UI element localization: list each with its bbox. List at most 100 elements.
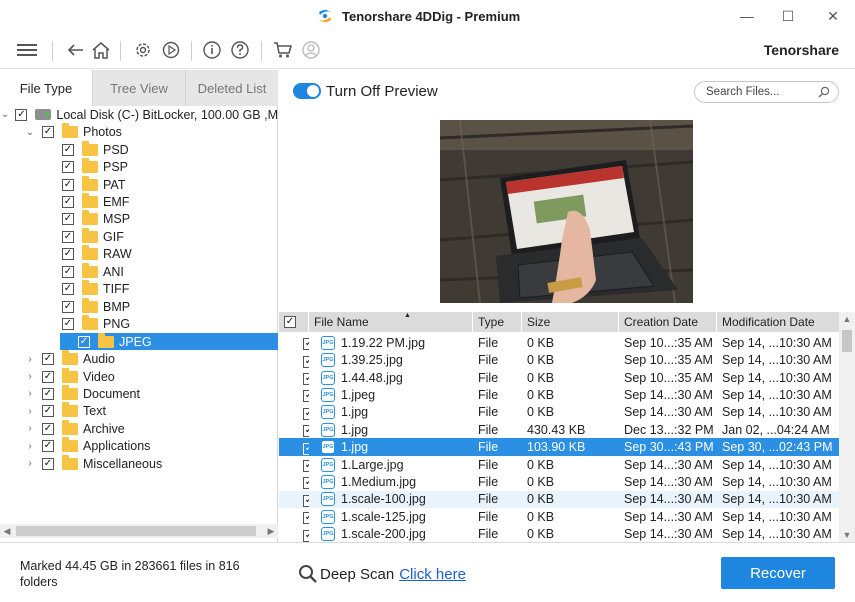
tree-item[interactable]: ✓ MSP: [0, 210, 278, 229]
tree-checkbox[interactable]: ✓: [42, 422, 54, 435]
tab-deleted-list[interactable]: Deleted List: [186, 70, 278, 106]
expand-right-icon[interactable]: ›: [24, 441, 36, 452]
table-row[interactable]: ✓ JPG 1.jpg File 0 KB Sep 14...:30 AM Sep 14, …: [279, 404, 839, 422]
tree-item[interactable]: › ✓ Text: [0, 402, 278, 421]
scrollbar-thumb[interactable]: [842, 330, 852, 352]
tree-checkbox[interactable]: ✓: [62, 196, 74, 208]
tree-item[interactable]: › ✓ Archive: [0, 419, 278, 438]
scroll-down-icon[interactable]: ▼: [839, 528, 855, 542]
tree-item[interactable]: › ✓ Applications: [0, 437, 278, 456]
help-icon[interactable]: [227, 37, 253, 63]
tree-checkbox[interactable]: ✓: [42, 370, 54, 383]
tree-item[interactable]: ✓ EMF: [0, 193, 278, 211]
back-icon[interactable]: [62, 37, 88, 63]
deep-scan-link[interactable]: Click here: [399, 566, 466, 583]
tree-checkbox[interactable]: ✓: [62, 265, 74, 278]
table-row[interactable]: ✓ JPG 1.19.22 PM.jpg File 0 KB Sep 10...:35 A…: [279, 334, 839, 352]
scrollbar-thumb[interactable]: [16, 526, 256, 536]
tree-checkbox[interactable]: ✓: [42, 405, 54, 418]
expand-right-icon[interactable]: ›: [24, 371, 36, 382]
tree-item[interactable]: › ✓ Audio: [0, 350, 278, 368]
expand-down-icon[interactable]: ⌄: [24, 127, 36, 138]
preview-toggle[interactable]: [293, 83, 321, 99]
tree-item[interactable]: ✓ BMP: [0, 297, 278, 316]
resume-icon[interactable]: [158, 37, 184, 63]
tree-checkbox[interactable]: ✓: [62, 283, 74, 296]
table-row[interactable]: ✓ JPG 1.scale-100.jpg File 0 KB Sep 14...:30 …: [279, 490, 839, 509]
tree-item[interactable]: › ✓ Video: [0, 367, 278, 386]
tree-checkbox[interactable]: ✓: [42, 440, 54, 453]
file-type-cell: File: [478, 457, 499, 472]
tree-checkbox[interactable]: ✓: [42, 353, 54, 366]
column-header-creation-date[interactable]: Creation Date: [619, 312, 717, 332]
tree-checkbox[interactable]: ✓: [62, 213, 74, 226]
tree-item[interactable]: ⌄ ✓ Photos: [0, 123, 278, 141]
tree-item[interactable]: ⌄ ✓ Local Disk (C-) BitLocker, 100.00 GB ,…: [0, 106, 278, 124]
column-header-name[interactable]: File Name ▲: [309, 312, 473, 332]
tree-item[interactable]: ✓ ANI: [0, 262, 278, 281]
menu-icon[interactable]: [14, 37, 40, 63]
minimize-button[interactable]: —: [735, 5, 759, 27]
table-row[interactable]: ✓ JPG 1.Medium.jpg File 0 KB Sep 14...:30 AM S…: [279, 473, 839, 491]
expand-down-icon[interactable]: ⌄: [1, 109, 9, 120]
tree-item[interactable]: ✓ JPEG: [60, 332, 278, 351]
column-header-type[interactable]: Type: [473, 312, 522, 332]
table-row[interactable]: ✓ JPG 1.Large.jpg File 0 KB Sep 14...:30 AM Se…: [279, 456, 839, 474]
tree-item[interactable]: ✓ RAW: [0, 245, 278, 264]
modification-date-cell: Sep 14, ...10:30 AM: [722, 457, 832, 472]
tree-checkbox[interactable]: ✓: [42, 387, 54, 400]
horizontal-scrollbar[interactable]: ◀ ▶: [0, 524, 278, 538]
select-all-checkbox[interactable]: ✓: [284, 316, 296, 328]
tree-item[interactable]: › ✓ Document: [0, 384, 278, 403]
table-row[interactable]: ✓ JPG 1.39.25.jpg File 0 KB Sep 10...:35 AM Se…: [279, 351, 839, 369]
expand-right-icon[interactable]: ›: [24, 388, 36, 399]
maximize-button[interactable]: ☐: [776, 5, 800, 27]
recover-button[interactable]: Recover: [721, 557, 835, 589]
tree-checkbox[interactable]: ✓: [42, 126, 54, 139]
home-icon[interactable]: [88, 37, 114, 63]
tree-checkbox[interactable]: ✓: [62, 143, 74, 156]
account-icon[interactable]: [298, 37, 324, 63]
tree-checkbox[interactable]: ✓: [62, 318, 74, 331]
scroll-right-icon[interactable]: ▶: [264, 524, 278, 538]
column-header-size[interactable]: Size: [522, 312, 619, 332]
expand-right-icon[interactable]: ›: [24, 423, 36, 434]
tree-checkbox[interactable]: ✓: [62, 178, 74, 191]
table-row[interactable]: ✓ JPG 1.jpeg File 0 KB Sep 14...:30 AM Sep 14,…: [279, 386, 839, 404]
tree-item[interactable]: ✓ GIF: [0, 227, 278, 246]
tree-item[interactable]: ✓ PNG: [0, 315, 278, 333]
tab-file-type[interactable]: File Type: [0, 70, 93, 106]
tree-checkbox[interactable]: ✓: [62, 300, 74, 313]
close-button[interactable]: ✕: [821, 5, 845, 27]
tree-checkbox[interactable]: ✓: [78, 335, 90, 348]
expand-right-icon[interactable]: ›: [24, 406, 36, 417]
vertical-scrollbar[interactable]: ▲ ▼: [839, 312, 855, 542]
table-row[interactable]: ✓ JPG 1.scale-125.jpg File 0 KB Sep 14...:30 …: [279, 508, 839, 526]
scroll-left-icon[interactable]: ◀: [0, 524, 14, 538]
tree-checkbox[interactable]: ✓: [15, 108, 28, 121]
tree-checkbox[interactable]: ✓: [62, 161, 74, 174]
expand-right-icon[interactable]: ›: [24, 354, 36, 365]
table-row[interactable]: ✓ JPG 1.scale-200.jpg File 0 KB Sep 14...:30 …: [279, 525, 839, 542]
tree-item[interactable]: › ✓ Miscellaneous: [0, 454, 278, 473]
tree-item[interactable]: ✓ PSD: [0, 140, 278, 159]
search-icon[interactable]: [818, 86, 830, 98]
tree-checkbox[interactable]: ✓: [62, 248, 74, 261]
info-icon[interactable]: [199, 37, 225, 63]
expand-right-icon[interactable]: ›: [24, 458, 36, 469]
tree-item[interactable]: ✓ TIFF: [0, 280, 278, 299]
scroll-up-icon[interactable]: ▲: [839, 312, 855, 326]
row-check-cell: ✓: [279, 422, 309, 438]
tree-checkbox[interactable]: ✓: [62, 230, 74, 243]
table-row[interactable]: ✓ JPG 1.jpg File 430.43 KB Dec 13...:32 PM Jan…: [279, 421, 839, 439]
tree-checkbox[interactable]: ✓: [42, 457, 54, 470]
column-header-modification-date[interactable]: Modification Date: [717, 312, 839, 332]
table-row[interactable]: ✓ JPG 1.44.48.jpg File 0 KB Sep 10...:35 AM Se…: [279, 369, 839, 387]
table-row[interactable]: ✓ JPG 1.jpg File 103.90 KB Sep 30...:43 PM Sep…: [279, 438, 839, 456]
search-input[interactable]: Search Files...: [694, 81, 839, 103]
tree-item[interactable]: ✓ PSP: [0, 158, 278, 176]
tree-item[interactable]: ✓ PAT: [0, 175, 278, 194]
settings-icon[interactable]: [130, 37, 156, 63]
tab-tree-view[interactable]: Tree View: [93, 70, 186, 106]
cart-icon[interactable]: [270, 37, 296, 63]
